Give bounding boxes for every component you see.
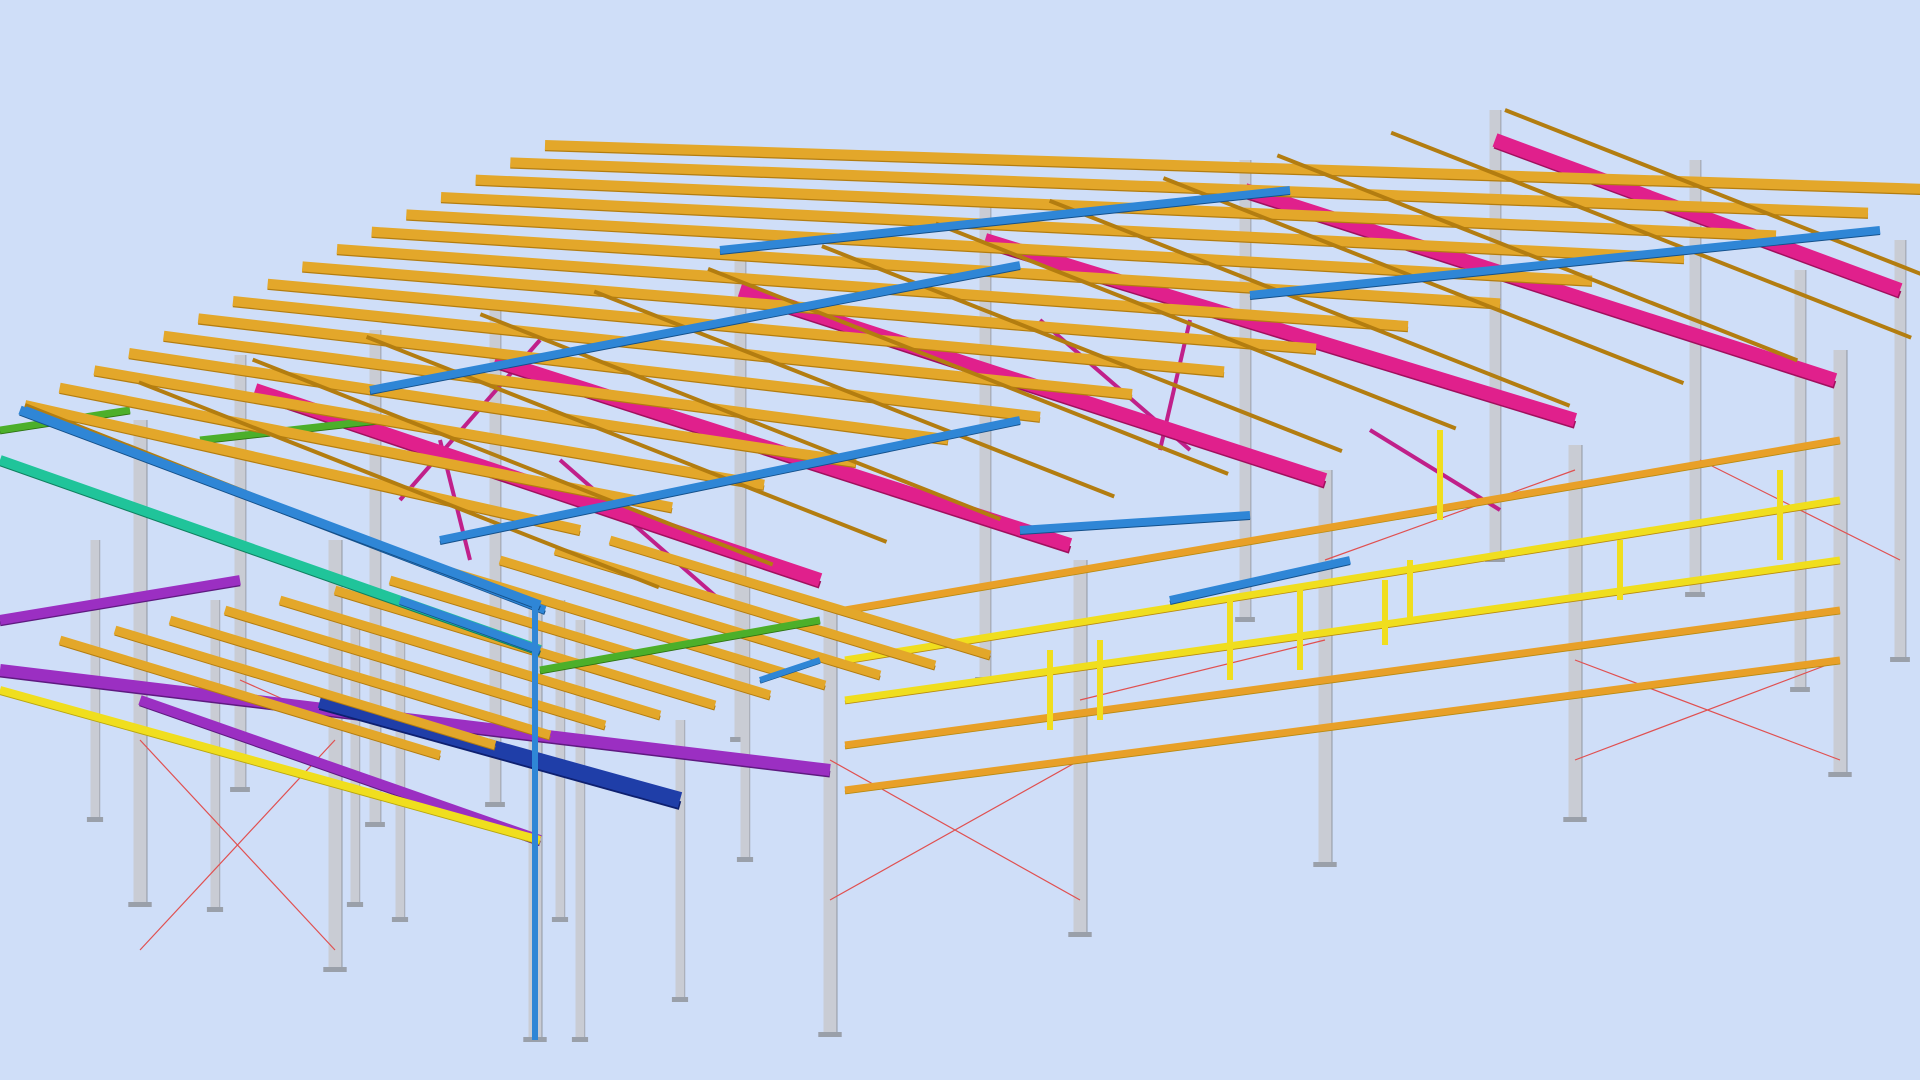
interior-column-2-base-plate — [346, 902, 364, 907]
interior-column-4-base-plate — [551, 917, 569, 922]
front-column-5-base-plate — [1313, 862, 1337, 867]
interior-column-1-base-plate — [206, 907, 224, 912]
back-column-7-base-plate — [1685, 592, 1705, 597]
front-column-6-base-plate — [1563, 817, 1587, 822]
roof-layer — [18, 108, 1920, 1040]
front-column-4-base-plate — [1068, 932, 1092, 937]
mezzanine-left-edge — [0, 575, 241, 625]
back-column-1-base-plate — [365, 822, 385, 827]
back-column-2-base-plate — [485, 802, 505, 807]
front-column-3-base-plate — [818, 1032, 842, 1037]
back-column-0-base-plate — [230, 787, 250, 792]
steel-structure-render — [0, 108, 1920, 1042]
front-column-7-base-plate — [1828, 772, 1852, 777]
roof-blue-beam-4 — [1019, 511, 1251, 534]
back-column-5-base-plate — [1235, 617, 1255, 622]
interior-column-0-base-plate — [86, 817, 104, 822]
interior-column-3-base-plate — [391, 917, 409, 922]
roof-cross-purlin-2 — [251, 357, 774, 567]
interior-column-5-base-plate — [571, 1037, 589, 1042]
back-column-8-base-plate — [1890, 657, 1910, 662]
interior-column-6-base-plate — [671, 997, 689, 1002]
front-column-0-base-plate — [128, 902, 152, 907]
3d-model-viewport[interactable] — [0, 0, 1920, 1080]
front-column-1-base-plate — [323, 967, 347, 972]
interior-column-7-base-plate — [736, 857, 754, 862]
back-column-9-base-plate — [1790, 687, 1810, 692]
